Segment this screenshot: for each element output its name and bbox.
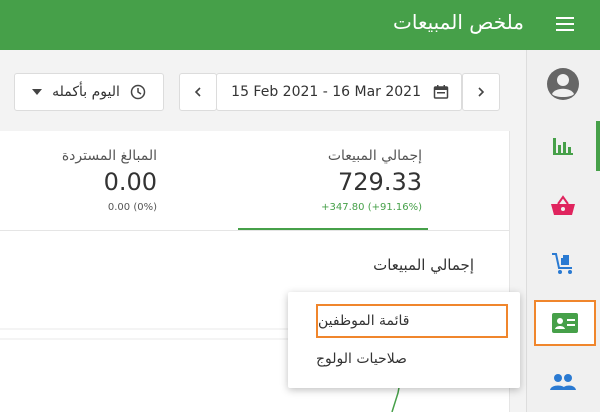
date-range-picker[interactable]: 15 Feb 2021 - 16 Mar 2021 [216, 73, 462, 111]
chevron-left-icon [194, 87, 201, 97]
time-filter-dropdown[interactable]: اليوم بأكمله [14, 73, 164, 111]
account-circle-icon [547, 68, 579, 100]
hamburger-menu-icon[interactable] [556, 16, 576, 32]
id-card-icon [552, 313, 578, 333]
sidebar-item-reports[interactable] [526, 116, 600, 176]
submenu-item-employee-list[interactable]: قائمة الموظفين [316, 304, 508, 338]
clock-icon [130, 84, 146, 100]
employees-submenu: قائمة الموظفين صلاحيات الولوج [288, 292, 520, 388]
sidebar-item-sales[interactable] [526, 176, 600, 236]
page-title: ملخص المبيعات [393, 10, 524, 34]
dropdown-caret-icon [32, 89, 43, 95]
refunds-label: المبالغ المستردة [61, 148, 157, 164]
submenu-item-access-rights[interactable]: صلاحيات الولوج [316, 342, 508, 376]
previous-period-button[interactable] [179, 73, 217, 111]
calendar-icon [433, 85, 449, 99]
basket-icon [551, 195, 575, 215]
refunds-delta: 0.00 (0%) [107, 202, 157, 213]
refunds-metric[interactable]: المبالغ المستردة 0.00 0.00 (0%) [62, 148, 157, 213]
cart-icon [552, 253, 572, 274]
date-range-text: 15 Feb 2021 - 16 Mar 2021 [231, 84, 421, 100]
chevron-right-icon [478, 87, 485, 97]
sidebar-item-orders[interactable] [526, 234, 600, 294]
sidebar-item-customers[interactable] [526, 352, 600, 412]
total-sales-label: إجمالي المبيعات [327, 148, 422, 164]
bar-chart-icon [553, 138, 573, 155]
metrics-divider [0, 230, 510, 231]
total-sales-value: 729.33 [338, 168, 422, 196]
top-app-bar: ملخص المبيعات [0, 0, 600, 50]
people-icon [550, 374, 576, 390]
time-filter-label: اليوم بأكمله [52, 84, 120, 100]
sidebar-item-employees[interactable] [534, 300, 596, 346]
next-period-button[interactable] [462, 73, 500, 111]
sidebar-item-account[interactable] [526, 54, 600, 114]
refunds-value: 0.00 [103, 168, 157, 196]
total-sales-delta: +347.80 (+91.16%) [321, 202, 422, 213]
section-title: إجمالي المبيعات [373, 256, 474, 274]
active-metric-indicator [238, 228, 428, 230]
total-sales-metric[interactable]: إجمالي المبيعات 729.33 +347.80 (+91.16%) [321, 148, 422, 213]
sidebar [526, 50, 600, 412]
